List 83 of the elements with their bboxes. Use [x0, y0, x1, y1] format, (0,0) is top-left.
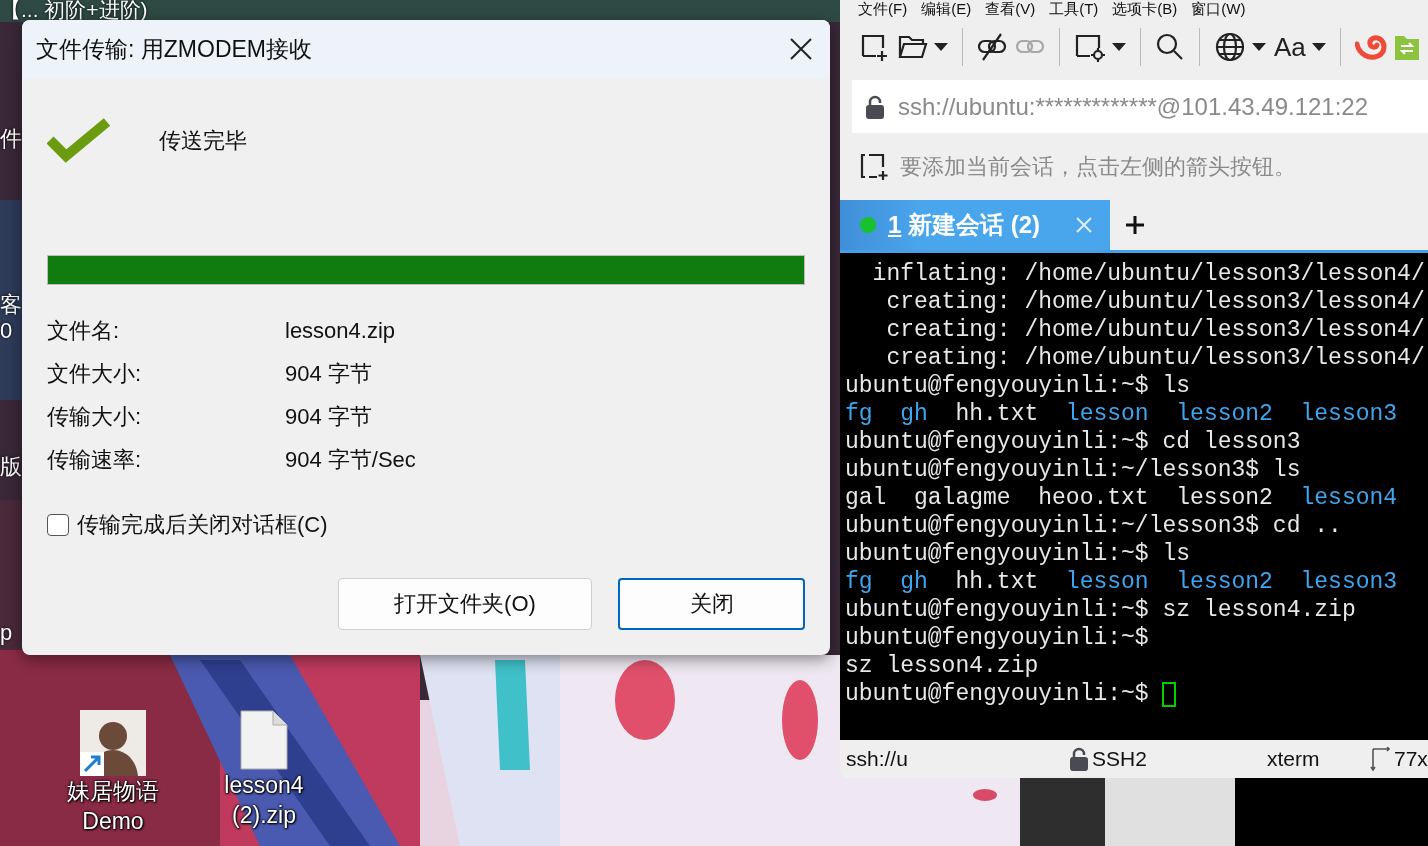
terminal-text: lesson2	[1176, 568, 1274, 596]
menu-item[interactable]: 文件(F)	[858, 0, 908, 20]
terminal-text: inflating: /home/ubuntu/lesson3/lesson4/	[871, 260, 1425, 288]
window-title: 文件传输: 用ZMODEM接收	[36, 34, 312, 64]
desktop-icon-label: 版	[0, 453, 22, 481]
terminal-text: ubuntu@fengyouyinli:~/lesson3$ ls	[845, 456, 1301, 484]
menu-item[interactable]: 窗口(W)	[1191, 0, 1246, 20]
terminal-text: sz lesson4.zip	[845, 652, 1039, 680]
menu-item[interactable]: 选项卡(B)	[1112, 0, 1178, 20]
field-value: lesson4.zip	[285, 317, 396, 344]
terminal-text: ubuntu@fengyouyinli:~$ ls	[845, 540, 1191, 568]
desktop-icon-label[interactable]: 妹居物语	[67, 776, 159, 806]
field-value: 904 字节/Sec	[285, 445, 416, 474]
desktop-icon-label: 件	[0, 125, 22, 153]
menu-item[interactable]: 查看(V)	[985, 0, 1036, 20]
status-terminal-type: xterm	[1267, 747, 1320, 771]
status-address: ssh://u	[846, 747, 908, 771]
caret-icon[interactable]	[1112, 43, 1126, 51]
app-shortcut-icon[interactable]	[80, 710, 146, 776]
field-value: 904 字节	[285, 402, 372, 431]
terminal-text: gh	[900, 400, 929, 428]
field-label: 文件大小:	[47, 359, 143, 388]
tab-label: 1 新建会话 (2)	[888, 210, 1041, 240]
terminal-text: lesson3	[1300, 400, 1398, 428]
plus-icon[interactable]	[1126, 216, 1144, 234]
terminal-text: lesson	[1065, 400, 1150, 428]
terminal-text: gh	[900, 568, 929, 596]
desktop-icon-label: p	[0, 620, 13, 646]
checkmark-icon	[47, 118, 111, 164]
status-protocol: SSH2	[1092, 747, 1147, 771]
field-label: 传输速率:	[47, 445, 143, 474]
terminal-text: lesson	[1065, 568, 1150, 596]
resize-icon	[1370, 747, 1390, 771]
terminal-text: creating: /home/ubuntu/lesson3/lesson4/	[885, 316, 1425, 344]
terminal-text: fg	[845, 400, 874, 428]
address-text: ssh://ubuntu:*************@101.43.49.121:22	[898, 92, 1369, 121]
close-button[interactable]: 关闭	[618, 578, 805, 630]
menu-item[interactable]: 工具(T)	[1049, 0, 1099, 20]
font-button[interactable]: Aa	[1274, 31, 1306, 63]
lock-icon	[866, 94, 884, 119]
desktop-icon-label: 客	[0, 291, 22, 319]
status-size: 77x	[1394, 747, 1428, 771]
caret-icon[interactable]	[1311, 43, 1326, 51]
terminal-text: lesson2	[1176, 400, 1274, 428]
terminal-text: fg	[845, 568, 874, 596]
unlink-icon[interactable]	[977, 32, 1007, 62]
checkbox-label[interactable]: 传输完成后关闭对话框(C)	[77, 510, 328, 540]
swirl-icon[interactable]	[1354, 32, 1387, 62]
field-label: 传输大小:	[47, 402, 143, 431]
status-text: 传送完毕	[159, 127, 247, 155]
menu-item[interactable]: 编辑(E)	[921, 0, 972, 20]
add-window-icon[interactable]	[860, 32, 890, 62]
caret-icon[interactable]	[934, 43, 948, 51]
terminal-text: lesson4	[1300, 484, 1398, 512]
terminal-text: hh.txt	[955, 400, 1040, 428]
text-cursor	[1162, 681, 1177, 707]
checkbox[interactable]	[47, 514, 69, 536]
terminal-text: ubuntu@fengyouyinli:~$	[845, 680, 1150, 708]
terminal-text: ubuntu@fengyouyinli:~$ sz lesson4.zip	[845, 596, 1356, 624]
terminal-text: gal galagme heoo.txt lesson2	[845, 484, 1274, 512]
file-icon[interactable]	[240, 710, 288, 770]
field-label: 文件名:	[47, 316, 121, 345]
open-folder-button[interactable]: 打开文件夹(O)	[338, 578, 592, 630]
terminal-screen[interactable]	[840, 253, 1428, 740]
terminal-text: creating: /home/ubuntu/lesson3/lesson4/	[885, 344, 1425, 372]
window-gear-icon[interactable]	[1074, 32, 1106, 62]
desktop-icon-label: 0	[0, 318, 13, 344]
terminal-text: ubuntu@fengyouyinli:~$	[845, 624, 1149, 652]
desktop-icon-label[interactable]: Demo	[82, 806, 144, 836]
field-value: 904 字节	[285, 359, 372, 388]
globe-icon[interactable]	[1214, 32, 1246, 62]
close-icon[interactable]	[790, 38, 812, 60]
lock-icon	[1070, 747, 1088, 771]
terminal-text: lesson3	[1300, 568, 1398, 596]
terminal-text: ubuntu@fengyouyinli:~/lesson3$ cd ..	[845, 512, 1342, 540]
add-session-icon[interactable]	[860, 152, 890, 181]
hint-text: 要添加当前会话，点击左侧的箭头按钮。	[900, 152, 1296, 181]
terminal-text: ubuntu@fengyouyinli:~$ ls	[845, 372, 1191, 400]
terminal-text: hh.txt	[955, 568, 1040, 596]
terminal-text: ubuntu@fengyouyinli:~$ cd lesson3	[845, 428, 1301, 456]
search-icon[interactable]	[1155, 32, 1185, 62]
caret-icon[interactable]	[1252, 43, 1266, 51]
terminal-text: creating: /home/ubuntu/lesson3/lesson4/	[885, 288, 1425, 316]
